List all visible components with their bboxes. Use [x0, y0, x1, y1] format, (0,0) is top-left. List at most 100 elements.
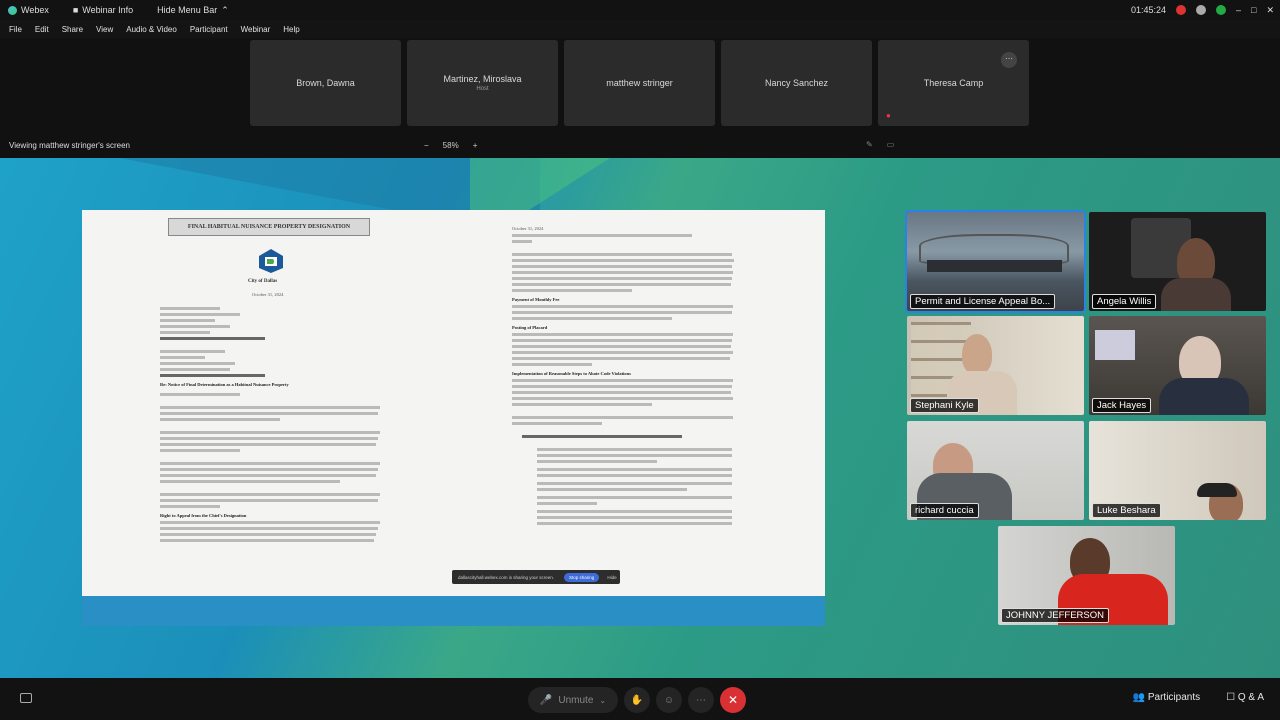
panelist-tile[interactable]: Brown, Dawna [250, 40, 401, 126]
minimize-icon[interactable]: – [1236, 5, 1241, 15]
steps-heading: Implementation of Reasonable Steps to Ab… [512, 371, 631, 376]
participant-name: Luke Beshara [1092, 503, 1161, 518]
panelist-tile[interactable]: Theresa Camp ⋯ ● [878, 40, 1029, 126]
annotate-icon[interactable]: ✎ [866, 140, 873, 149]
panelist-tile[interactable]: Nancy Sanchez [721, 40, 872, 126]
participants-button[interactable]: 👥 Participants [1133, 692, 1200, 703]
panelist-name: Theresa Camp [923, 78, 984, 88]
menu-help[interactable]: Help [283, 25, 299, 34]
menu-bar: File Edit Share View Audio & Video Parti… [0, 20, 1280, 38]
panelist-name: Brown, Dawna [296, 78, 355, 88]
close-icon: ✕ [727, 693, 739, 707]
unmute-label: Unmute [558, 694, 594, 706]
smiley-icon: ☺ [663, 694, 675, 706]
webinar-info-label: Webinar Info [82, 5, 134, 15]
menu-edit[interactable]: Edit [35, 25, 49, 34]
hide-menu-bar-button[interactable]: Hide Menu Bar ⌃ [157, 5, 229, 16]
qa-label: Q & A [1237, 692, 1264, 703]
menu-file[interactable]: File [9, 25, 22, 34]
popout-icon[interactable]: ▭ [887, 140, 895, 149]
recording-icon [1176, 5, 1186, 15]
panelist-name: matthew stringer [606, 78, 673, 88]
shared-screen-stage: FINAL HABITUAL NUISANCE PROPERTY DESIGNA… [0, 158, 1280, 678]
app-name: Webex [21, 5, 49, 15]
sharing-text: dallascityhall.webex.com is sharing your… [458, 574, 555, 580]
leave-meeting-button[interactable]: ✕ [720, 687, 746, 713]
participant-name: Stephani Kyle [910, 398, 979, 413]
mic-off-icon: 🎤 [539, 694, 553, 706]
hand-icon: ✋ [630, 694, 644, 706]
video-tile[interactable]: Angela Willis [1089, 212, 1266, 311]
muted-mic-icon: ● [886, 111, 891, 120]
participant-name: Angela Willis [1092, 294, 1157, 309]
more-icon: ⋯ [696, 694, 706, 706]
more-button[interactable]: ⋯ [688, 687, 714, 713]
connection-icon [1216, 5, 1226, 15]
sharing-notification: dallascityhall.webex.com is sharing your… [452, 570, 620, 584]
layout-icon[interactable] [20, 693, 32, 703]
chevron-up-icon: ⌃ [221, 4, 229, 15]
placard-heading: Posting of Placard [512, 325, 548, 330]
city-of-dallas-logo-icon [259, 249, 283, 273]
shared-document: FINAL HABITUAL NUISANCE PROPERTY DESIGNA… [82, 210, 825, 596]
qa-icon: ☐ [1226, 692, 1236, 703]
menu-webinar[interactable]: Webinar [241, 25, 271, 34]
stop-sharing-button[interactable]: Stop sharing [564, 572, 600, 582]
video-tile[interactable]: Luke Beshara [1089, 421, 1266, 520]
panelist-strip: Brown, Dawna Martinez, Miroslava Host ma… [250, 40, 1029, 126]
panelist-name: Martinez, Miroslava [443, 74, 522, 84]
meeting-controls-bar: 🎤 Unmute ⌄ ✋ ☺ ⋯ ✕ 👥 Participants ☐ Q & … [0, 680, 1280, 720]
zoom-level: 58% [442, 141, 459, 150]
title-bar: Webex ■ Webinar Info Hide Menu Bar ⌃ 01:… [0, 0, 1280, 20]
monthly-fee-heading: Payment of Monthly Fee [512, 297, 560, 302]
menu-view[interactable]: View [96, 25, 113, 34]
participants-label: Participants [1147, 692, 1201, 703]
maximize-icon[interactable]: □ [1251, 5, 1256, 15]
panelist-name: Nancy Sanchez [764, 78, 829, 88]
video-tile[interactable]: Stephani Kyle [907, 316, 1084, 415]
chevron-down-icon[interactable]: ⌄ [599, 696, 606, 705]
appeal-heading: Right to Appeal from the Chief's Designa… [160, 513, 247, 518]
video-tile[interactable]: Jack Hayes [1089, 316, 1266, 415]
participant-name: Permit and License Appeal Bo... [910, 294, 1056, 309]
document-banner: FINAL HABITUAL NUISANCE PROPERTY DESIGNA… [168, 218, 370, 236]
menu-share[interactable]: Share [62, 25, 83, 34]
unmute-button[interactable]: 🎤 Unmute ⌄ [528, 687, 618, 713]
hide-menu-bar-label: Hide Menu Bar [157, 5, 218, 15]
hide-button[interactable]: Hide [607, 575, 616, 580]
document-footer-band [82, 596, 825, 626]
more-options-icon[interactable]: ⋯ [1001, 52, 1017, 68]
raise-hand-button[interactable]: ✋ [624, 687, 650, 713]
video-tile[interactable]: richard cuccia [907, 421, 1084, 520]
user-avatar-icon[interactable] [1196, 5, 1206, 15]
participants-icon: 👥 [1132, 692, 1146, 703]
document-left-column: FINAL HABITUAL NUISANCE PROPERTY DESIGNA… [160, 218, 505, 542]
panelist-tile[interactable]: matthew stringer [564, 40, 715, 126]
re-line: Re: Notice of Final Determination as a H… [160, 382, 289, 387]
city-name: City of Dallas [248, 279, 278, 284]
video-tile[interactable]: JOHNNY JEFFERSON [998, 526, 1175, 625]
panelist-tile[interactable]: Martinez, Miroslava Host [407, 40, 558, 126]
close-icon[interactable]: ✕ [1266, 5, 1274, 16]
document-right-column: October 31, 2024 Payment of Monthly Fee … [512, 218, 772, 525]
menu-audio-video[interactable]: Audio & Video [126, 25, 177, 34]
reactions-button[interactable]: ☺ [656, 687, 682, 713]
viewing-label: Viewing matthew stringer's screen [9, 141, 130, 150]
participant-name: richard cuccia [910, 503, 979, 518]
zoom-out-button[interactable]: − [424, 141, 429, 150]
qa-button[interactable]: ☐ Q & A [1226, 692, 1264, 703]
app-title: Webex [8, 5, 49, 15]
zoom-in-button[interactable]: + [473, 141, 478, 150]
shield-icon: ■ [72, 5, 79, 15]
participant-name: JOHNNY JEFFERSON [1001, 608, 1110, 623]
menu-participant[interactable]: Participant [190, 25, 228, 34]
webinar-info-button[interactable]: ■ Webinar Info [73, 5, 133, 15]
meeting-timer: 01:45:24 [1130, 5, 1166, 15]
zoom-controls: − 58% + [424, 141, 477, 150]
right-column-date: October 31, 2024 [512, 226, 544, 231]
webex-logo-icon [8, 5, 17, 15]
share-view-bar: Viewing matthew stringer's screen − 58% … [0, 138, 1280, 154]
panelist-role: Host [476, 86, 489, 92]
video-tile[interactable]: Permit and License Appeal Bo... [905, 210, 1086, 313]
participant-name: Jack Hayes [1092, 398, 1152, 413]
